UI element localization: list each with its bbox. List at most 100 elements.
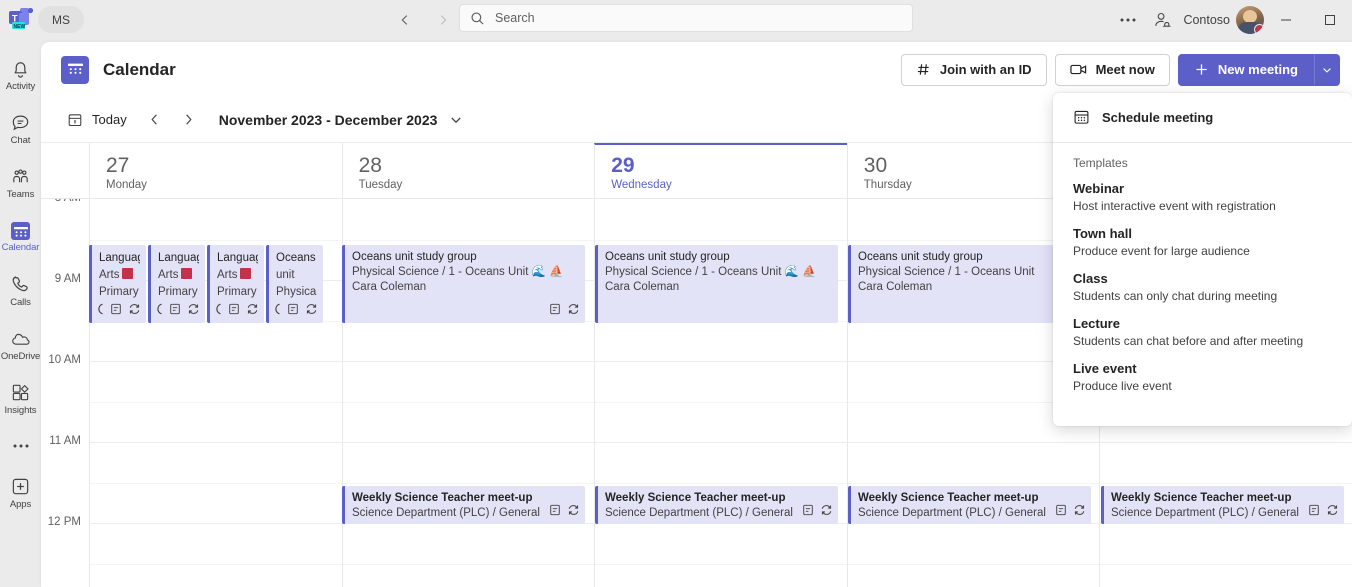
sidebar-item-calendar[interactable]: Calendar xyxy=(0,210,41,264)
event-badges xyxy=(1055,503,1086,521)
hour-cell[interactable] xyxy=(594,523,847,587)
day-column-header-29[interactable]: 29 Wednesday xyxy=(594,143,847,198)
forward-button[interactable] xyxy=(428,5,458,35)
event-title: Oceans unit study group xyxy=(605,250,832,265)
sidebar-item-teams[interactable]: Teams xyxy=(0,156,41,210)
event-badges xyxy=(802,503,833,521)
template-title: Live event xyxy=(1073,360,1332,378)
sidebar-item-chat[interactable]: Chat xyxy=(0,102,41,156)
menu-item-lecture[interactable]: Lecture Students can chat before and aft… xyxy=(1053,311,1352,356)
menu-item-schedule-meeting[interactable]: Schedule meeting xyxy=(1053,99,1352,135)
today-label: Today xyxy=(92,112,127,127)
event-oceans-unit-mon[interactable]: Oceans unit Physical xyxy=(266,245,323,323)
event-weekly-science-meetup-tue[interactable]: Weekly Science Teacher meet-up Science D… xyxy=(342,486,585,524)
search-bar[interactable]: Search xyxy=(459,4,913,32)
agenda-icon xyxy=(549,503,561,521)
sidebar-item-label: Chat xyxy=(11,135,31,146)
back-button[interactable] xyxy=(390,5,420,35)
new-meeting-dropdown-button[interactable] xyxy=(1314,54,1340,86)
sensitivity-badge-icon xyxy=(122,268,133,279)
event-subtitle: Physical Science / 1 - Oceans Unit xyxy=(858,265,1085,280)
sidebar-item-insights[interactable]: Insights xyxy=(0,372,41,426)
event-subtitle: Science Department (PLC) / General xyxy=(858,506,1085,521)
app-header: Calendar Join with an ID xyxy=(41,42,1352,97)
event-title: Oceans xyxy=(276,250,317,267)
sidebar-item-onedrive[interactable]: OneDrive xyxy=(0,318,41,372)
event-weekly-science-meetup-thu[interactable]: Weekly Science Teacher meet-up Science D… xyxy=(848,486,1091,524)
hour-cell[interactable] xyxy=(89,523,342,587)
template-title: Lecture xyxy=(1073,315,1332,333)
event-title: Weekly Science Teacher meet-up xyxy=(605,491,832,506)
hour-row: 12 PM xyxy=(41,523,1352,587)
recurring-icon xyxy=(128,302,141,320)
template-description: Students can chat before and after meeti… xyxy=(1073,333,1332,350)
recurring-icon xyxy=(567,503,580,521)
menu-item-town-hall[interactable]: Town hall Produce event for large audien… xyxy=(1053,221,1352,266)
sidebar-item-label: Teams xyxy=(7,189,34,200)
event-organizer: Cara Coleman xyxy=(352,280,579,295)
menu-item-class[interactable]: Class Students can only chat during meet… xyxy=(1053,266,1352,311)
menu-item-live-event[interactable]: Live event Produce live event xyxy=(1053,356,1352,401)
join-with-id-button[interactable]: Join with an ID xyxy=(901,54,1047,86)
hour-cell[interactable] xyxy=(89,442,342,523)
next-period-button[interactable] xyxy=(173,104,205,136)
hour-cell[interactable] xyxy=(847,523,1100,587)
tentative-icon xyxy=(156,302,163,320)
recurring-icon xyxy=(305,302,318,320)
new-meeting-button[interactable]: New meeting xyxy=(1178,54,1314,86)
minimize-button[interactable] xyxy=(1264,0,1308,40)
event-title: Oceans unit study group xyxy=(858,250,1085,265)
date-range-dropdown-button[interactable] xyxy=(449,113,463,127)
plus-box-icon xyxy=(10,476,31,497)
hour-gutter: 8 AM xyxy=(41,199,89,280)
event-title: Language xyxy=(99,250,140,267)
calendar-icon xyxy=(61,56,89,84)
menu-section-templates-label: Templates xyxy=(1053,143,1352,176)
event-weekly-science-meetup-wed[interactable]: Weekly Science Teacher meet-up Science D… xyxy=(595,486,838,524)
agenda-icon xyxy=(169,302,181,320)
today-button[interactable]: Today xyxy=(57,104,137,136)
menu-item-webinar[interactable]: Webinar Host interactive event with regi… xyxy=(1053,176,1352,221)
event-language-arts-1[interactable]: Language Arts Primary xyxy=(89,245,146,323)
event-organizer: Cara Coleman xyxy=(858,280,1085,295)
app-switcher-pill[interactable]: MS xyxy=(38,6,84,33)
menu-item-label: Schedule meeting xyxy=(1102,110,1213,125)
calendar-icon xyxy=(1073,109,1090,125)
recurring-icon xyxy=(1326,503,1339,521)
sidebar-item-activity[interactable]: Activity xyxy=(0,48,41,102)
rail-more-icon[interactable] xyxy=(0,426,41,466)
event-badges xyxy=(549,302,580,320)
hour-cell[interactable] xyxy=(594,361,847,442)
event-weekly-science-meetup-fri[interactable]: Weekly Science Teacher meet-up Science D… xyxy=(1101,486,1344,524)
join-with-id-label: Join with an ID xyxy=(940,62,1032,77)
event-badges xyxy=(274,302,318,320)
meet-now-label: Meet now xyxy=(1096,62,1155,77)
search-input[interactable]: Search xyxy=(495,11,535,25)
hour-cell[interactable] xyxy=(1099,523,1352,587)
previous-period-button[interactable] xyxy=(139,104,171,136)
tentative-icon xyxy=(215,302,222,320)
event-oceans-study-group-wed[interactable]: Oceans unit study group Physical Science… xyxy=(595,245,838,323)
day-column-header-28[interactable]: 28 Tuesday xyxy=(342,143,595,198)
hour-cell[interactable] xyxy=(342,361,595,442)
presence-badge xyxy=(1254,24,1264,34)
sidebar-item-apps[interactable]: Apps xyxy=(0,466,41,520)
maximize-button[interactable] xyxy=(1308,0,1352,40)
event-badges xyxy=(1308,503,1339,521)
avatar[interactable] xyxy=(1236,6,1264,34)
more-options-icon[interactable] xyxy=(1111,5,1145,35)
day-column-header-27[interactable]: 27 Monday xyxy=(89,143,342,198)
sidebar-item-calls[interactable]: Calls xyxy=(0,264,41,318)
event-language-arts-3[interactable]: Language Arts Primary xyxy=(207,245,264,323)
sidebar-item-label: Calendar xyxy=(2,242,40,253)
event-subtitle: Science Department (PLC) / General xyxy=(352,506,579,521)
chevron-down-icon xyxy=(1321,64,1333,76)
hour-gutter: 9 AM xyxy=(41,280,89,361)
meet-now-button[interactable]: Meet now xyxy=(1055,54,1170,86)
person-notification-icon[interactable] xyxy=(1145,5,1179,35)
event-language-arts-2[interactable]: Language Arts Primary xyxy=(148,245,205,323)
template-description: Students can only chat during meeting xyxy=(1073,288,1332,305)
hour-cell[interactable] xyxy=(342,523,595,587)
hour-cell[interactable] xyxy=(89,361,342,442)
event-oceans-study-group-tue[interactable]: Oceans unit study group Physical Science… xyxy=(342,245,585,323)
